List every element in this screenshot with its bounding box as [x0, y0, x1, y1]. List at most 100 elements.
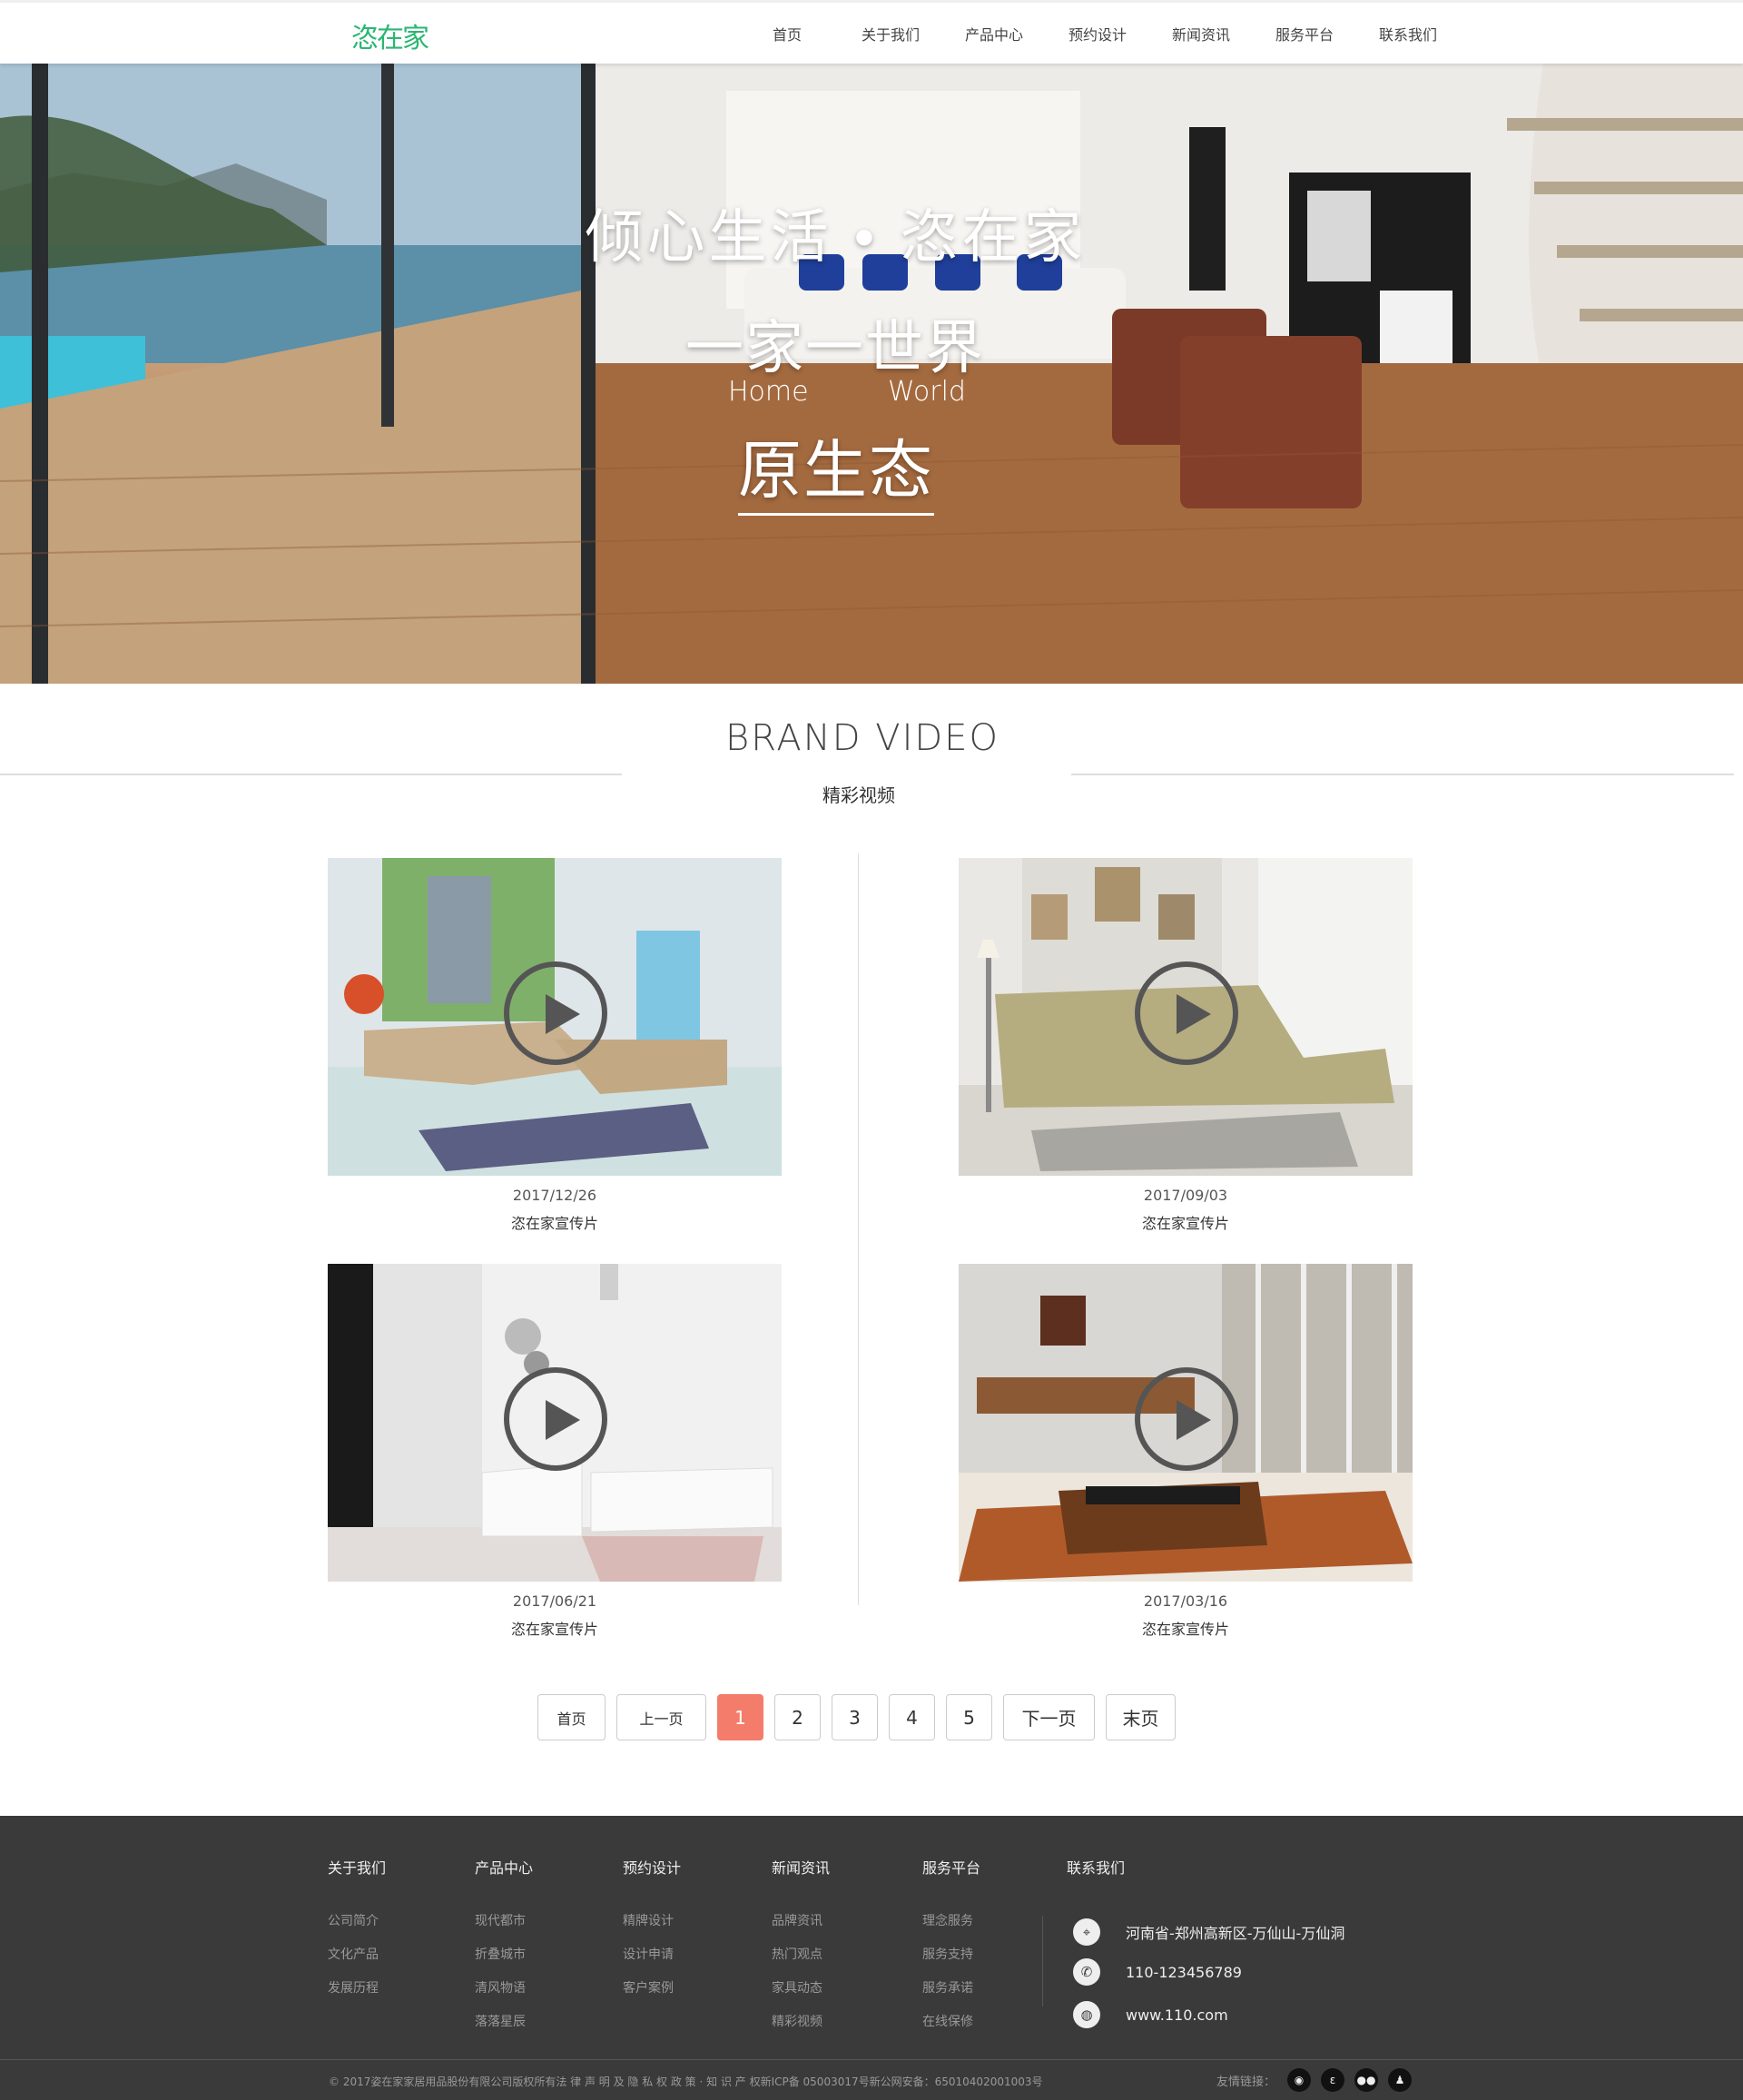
footer-col-contact: 联系我们 [1067, 1856, 1125, 1905]
footer-col-news: 新闻资讯 品牌资讯 热门观点 家具动态 精彩视频 [772, 1856, 830, 2039]
site-footer: 关于我们 公司简介 文化产品 发展历程 产品中心 现代都市 折叠城市 清风物语 … [0, 1816, 1743, 2100]
copyright-text: © 2017姿在家家居用品股份有限公司版权所有法 律 声 明 及 隐 私 权 政… [329, 2075, 1043, 2088]
video-title[interactable]: 恣在家宣传片 [959, 1211, 1413, 1233]
footer-link[interactable]: 折叠城市 [475, 1938, 533, 1972]
section-title: BRAND VIDEO [725, 717, 1000, 759]
footer-heading[interactable]: 关于我们 [328, 1856, 386, 1878]
social-links: ◉ ε ●● ♟ [1287, 2068, 1422, 2092]
video-thumbnail[interactable] [328, 858, 782, 1176]
video-card[interactable]: 2017/09/03 恣在家宣传片 [959, 858, 1413, 1233]
video-date: 2017/09/03 [1143, 1187, 1228, 1204]
nav-contact[interactable]: 联系我们 [1356, 3, 1460, 66]
weibo-icon[interactable]: ◉ [1287, 2068, 1311, 2092]
qq-icon[interactable]: ♟ [1388, 2068, 1412, 2092]
wechat-icon[interactable]: ●● [1354, 2068, 1378, 2092]
footer-link[interactable]: 家具动态 [772, 1972, 830, 2006]
globe-icon: ◍ [1073, 2001, 1100, 2028]
hero-banner: 倾心生活 • 恣在家 一家一世界 Home World 原生态 [0, 64, 1743, 684]
video-date: 2017/12/26 [512, 1187, 597, 1204]
nav-home[interactable]: 首页 [735, 3, 839, 66]
hero-slogan-line2: 一家一世界 [685, 315, 985, 382]
section-divider-right [1071, 774, 1734, 775]
video-card[interactable]: 2017/06/21 恣在家宣传片 [328, 1264, 782, 1639]
video-date: 2017/06/21 [512, 1592, 597, 1610]
video-title[interactable]: 恣在家宣传片 [328, 1617, 782, 1639]
footer-col-about: 关于我们 公司简介 文化产品 发展历程 [328, 1856, 386, 2006]
pager-page-4[interactable]: 4 [889, 1694, 935, 1740]
section-subtitle: 精彩视频 [822, 784, 895, 806]
hero-slogan-line1: 倾心生活 • 恣在家 [585, 204, 1086, 271]
footer-link[interactable]: 精彩视频 [772, 2006, 830, 2039]
footer-link[interactable]: 品牌资讯 [772, 1905, 830, 1938]
video-thumbnail[interactable] [959, 1264, 1413, 1582]
video-thumbnail[interactable] [328, 1264, 782, 1582]
main-nav: 首页 关于我们 产品中心 预约设计 新闻资讯 服务平台 联系我们 [735, 3, 1460, 66]
nav-booking[interactable]: 预约设计 [1046, 3, 1149, 66]
pager-last[interactable]: 末页 [1106, 1694, 1176, 1740]
play-icon[interactable] [504, 1367, 607, 1471]
footer-link[interactable]: 设计申请 [623, 1938, 681, 1972]
footer-link[interactable]: 清风物语 [475, 1972, 533, 2006]
hero-slogan-home: Home [728, 376, 809, 408]
footer-link[interactable]: 现代都市 [475, 1905, 533, 1938]
footer-heading[interactable]: 产品中心 [475, 1856, 533, 1878]
section-divider-left [0, 774, 622, 775]
video-card[interactable]: 2017/03/16 恣在家宣传片 [959, 1264, 1413, 1639]
pager-next[interactable]: 下一页 [1003, 1694, 1095, 1740]
hero-slogans: 倾心生活 • 恣在家 一家一世界 Home World 原生态 [0, 64, 1743, 684]
footer-link[interactable]: 客户案例 [623, 1972, 681, 2006]
video-title[interactable]: 恣在家宣传片 [328, 1211, 782, 1233]
footer-link[interactable]: 文化产品 [328, 1938, 386, 1972]
pagination: 首页 上一页 1 2 3 4 5 下一页 末页 [537, 1694, 1187, 1740]
pager-page-5[interactable]: 5 [946, 1694, 992, 1740]
footer-divider [0, 2059, 1743, 2060]
pager-page-3[interactable]: 3 [832, 1694, 878, 1740]
nav-products[interactable]: 产品中心 [942, 3, 1046, 66]
play-icon[interactable] [1135, 1367, 1238, 1471]
footer-link[interactable]: 服务支持 [922, 1938, 980, 1972]
pager-prev[interactable]: 上一页 [616, 1694, 706, 1740]
footer-heading[interactable]: 服务平台 [922, 1856, 980, 1878]
contact-website-link[interactable]: www.110.com [1126, 2006, 1228, 2024]
footer-link[interactable]: 服务承诺 [922, 1972, 980, 2006]
nav-about[interactable]: 关于我们 [839, 3, 942, 66]
footer-link[interactable]: 精牌设计 [623, 1905, 681, 1938]
video-thumbnail[interactable] [959, 858, 1413, 1176]
video-card[interactable]: 2017/12/26 恣在家宣传片 [328, 858, 782, 1233]
site-header: 恣在家 首页 关于我们 产品中心 预约设计 新闻资讯 服务平台 联系我们 [0, 0, 1743, 64]
footer-heading[interactable]: 联系我们 [1067, 1856, 1125, 1878]
footer-separator [1042, 1916, 1043, 2006]
footer-col-service: 服务平台 理念服务 服务支持 服务承诺 在线保修 [922, 1856, 980, 2039]
footer-link[interactable]: 热门观点 [772, 1938, 830, 1972]
footer-col-booking: 预约设计 精牌设计 设计申请 客户案例 [623, 1856, 681, 2006]
site-logo[interactable]: 恣在家 [351, 15, 429, 55]
footer-link[interactable]: 公司简介 [328, 1905, 386, 1938]
pager-first[interactable]: 首页 [537, 1694, 606, 1740]
tencent-weibo-icon[interactable]: ε [1321, 2068, 1344, 2092]
friend-links-label: 友情链接： [1216, 2075, 1276, 2089]
contact-address-text: 河南省-郑州高新区-万仙山-万仙洞 [1126, 1925, 1345, 1942]
nav-service[interactable]: 服务平台 [1253, 3, 1356, 66]
hero-slogan-line3: 原生态 [738, 419, 934, 516]
video-title[interactable]: 恣在家宣传片 [959, 1617, 1413, 1639]
footer-link[interactable]: 在线保修 [922, 2006, 980, 2039]
phone-icon: ✆ [1073, 1958, 1100, 1986]
hero-slogan-world: World [888, 376, 966, 408]
location-pin-icon: ⌖ [1073, 1918, 1100, 1946]
contact-phone-text: 110-123456789 [1126, 1963, 1242, 1981]
contact-website: ◍ www.110.com [1073, 2001, 1228, 2028]
footer-col-products: 产品中心 现代都市 折叠城市 清风物语 落落星辰 [475, 1856, 533, 2039]
footer-link[interactable]: 落落星辰 [475, 2006, 533, 2039]
footer-link[interactable]: 发展历程 [328, 1972, 386, 2006]
contact-phone: ✆ 110-123456789 [1073, 1958, 1242, 1986]
video-date: 2017/03/16 [1143, 1592, 1228, 1610]
footer-heading[interactable]: 新闻资讯 [772, 1856, 830, 1878]
play-icon[interactable] [504, 961, 607, 1065]
footer-link[interactable]: 理念服务 [922, 1905, 980, 1938]
video-grid-divider [858, 853, 859, 1605]
play-icon[interactable] [1135, 961, 1238, 1065]
pager-page-2[interactable]: 2 [774, 1694, 821, 1740]
nav-news[interactable]: 新闻资讯 [1149, 3, 1253, 66]
footer-heading[interactable]: 预约设计 [623, 1856, 681, 1878]
pager-page-1[interactable]: 1 [717, 1694, 763, 1740]
